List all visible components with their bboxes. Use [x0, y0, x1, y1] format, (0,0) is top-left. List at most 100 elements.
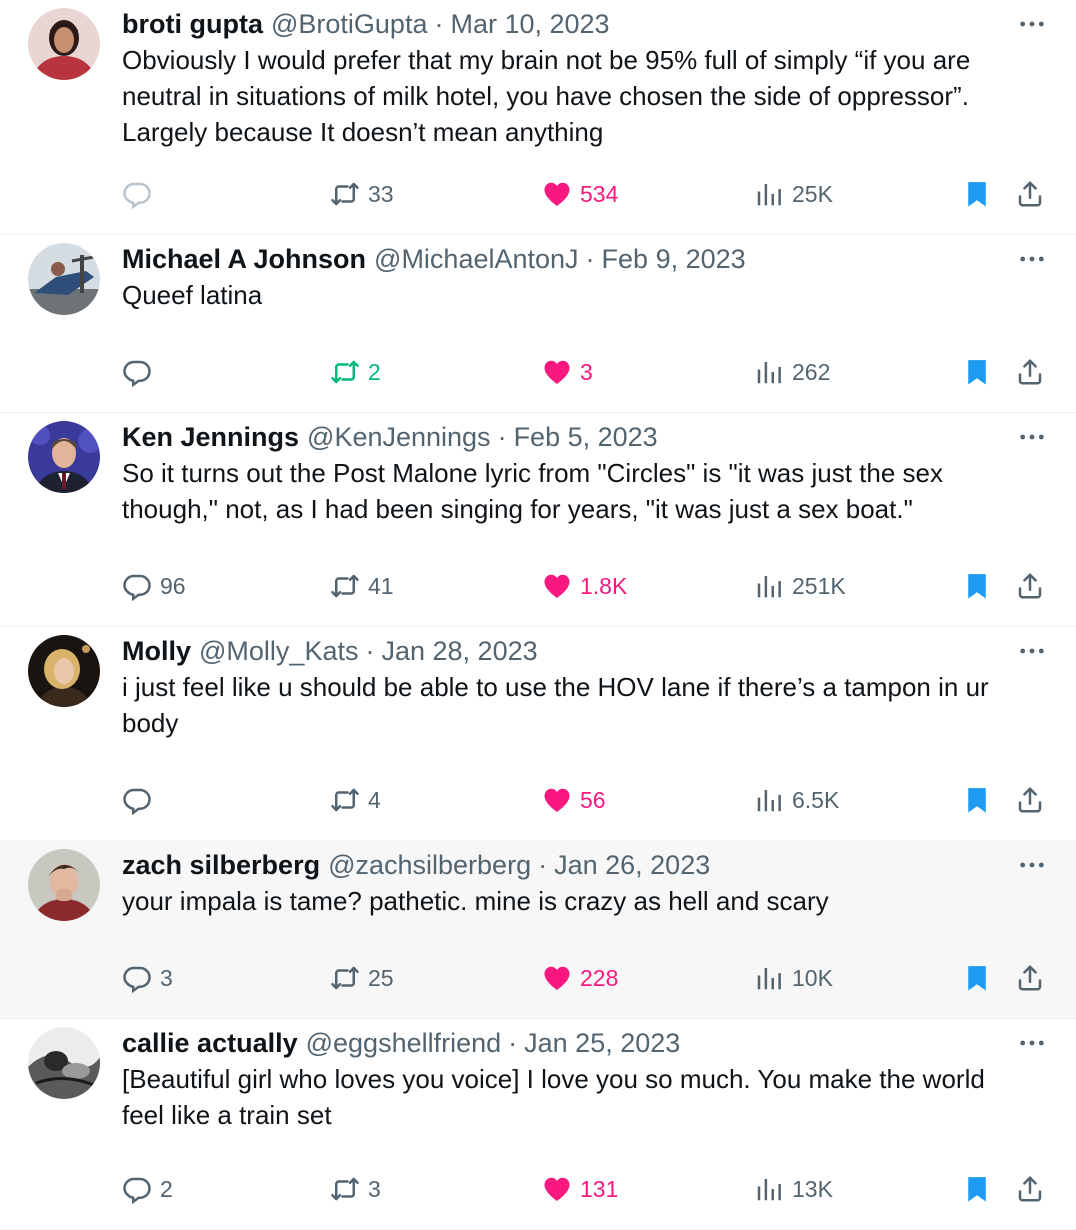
more-icon[interactable]: [1016, 635, 1048, 667]
avatar[interactable]: [28, 849, 100, 921]
avatar[interactable]: [28, 8, 100, 80]
like-button[interactable]: 228: [542, 958, 618, 998]
tweet-date[interactable]: Jan 28, 2023: [381, 635, 537, 667]
retweet-button[interactable]: 3: [330, 1169, 381, 1209]
tweet-item[interactable]: broti gupta @BrotiGupta · Mar 10, 2023 Obvio…: [0, 0, 1076, 235]
bookmark-button[interactable]: [962, 958, 992, 998]
tweet-item[interactable]: Ken Jennings @KenJennings · Feb 5, 2023 So i…: [0, 413, 1076, 627]
tweet-header: Michael A Johnson @MichaelAntonJ · Feb 9, 2…: [122, 243, 1046, 275]
share-icon: [1015, 571, 1045, 601]
retweet-icon: [330, 1174, 360, 1204]
tweet-date[interactable]: Jan 25, 2023: [524, 1027, 680, 1059]
share-icon: [1015, 785, 1045, 815]
tweet-text: So it turns out the Post Malone lyric fr…: [122, 458, 943, 524]
share-button[interactable]: [1015, 174, 1045, 214]
tweet-date[interactable]: Jan 26, 2023: [554, 849, 710, 881]
reply-button[interactable]: [122, 780, 152, 820]
more-icon[interactable]: [1016, 1027, 1048, 1059]
separator-dot: ·: [538, 850, 548, 880]
author-name[interactable]: zach silberberg: [122, 849, 320, 881]
author-handle[interactable]: @Molly_Kats: [199, 635, 358, 667]
share-button[interactable]: [1015, 1169, 1045, 1209]
bookmark-button[interactable]: [962, 352, 992, 392]
likes-count: 3: [580, 358, 593, 385]
bookmark-button[interactable]: [962, 1169, 992, 1209]
more-icon[interactable]: [1016, 243, 1048, 275]
author-name[interactable]: Molly: [122, 635, 191, 667]
like-button[interactable]: 1.8K: [542, 566, 627, 606]
avatar[interactable]: [28, 421, 100, 493]
retweets-count: 3: [368, 1175, 381, 1202]
retweets-count: 41: [368, 572, 394, 599]
tweet-date[interactable]: Feb 5, 2023: [514, 421, 658, 453]
author-name[interactable]: broti gupta: [122, 8, 263, 40]
reply-button[interactable]: 2: [122, 1169, 173, 1209]
author-name[interactable]: Michael A Johnson: [122, 243, 366, 275]
tweet-date[interactable]: Mar 10, 2023: [450, 8, 609, 40]
likes-count: 131: [580, 1175, 619, 1202]
bookmark-icon: [962, 785, 992, 815]
retweet-button[interactable]: 4: [330, 780, 381, 820]
views-icon: [754, 963, 784, 993]
like-button[interactable]: 534: [542, 174, 618, 214]
tweet-text: Obviously I would prefer that my brain n…: [122, 45, 971, 147]
tweet-item[interactable]: zach silberberg @zachsilberberg · Jan 26, 2…: [0, 841, 1076, 1019]
views-button[interactable]: 25K: [754, 174, 833, 214]
bookmark-icon: [962, 963, 992, 993]
tweet-actions: 2 3 262: [122, 352, 1048, 392]
avatar[interactable]: [28, 635, 100, 707]
views-button[interactable]: 10K: [754, 958, 833, 998]
heart-icon: [542, 1174, 572, 1204]
more-icon[interactable]: [1016, 8, 1048, 40]
author-handle[interactable]: @MichaelAntonJ: [374, 243, 579, 275]
tweet-actions: 33 534 25K: [122, 174, 1048, 214]
share-button[interactable]: [1015, 780, 1045, 820]
retweets-count: 4: [368, 786, 381, 813]
share-icon: [1015, 357, 1045, 387]
retweet-button[interactable]: 2: [330, 352, 381, 392]
tweet-text: [Beautiful girl who loves you voice] I l…: [122, 1064, 985, 1130]
author-handle[interactable]: @KenJennings: [307, 421, 491, 453]
author-name[interactable]: callie actually: [122, 1027, 298, 1059]
views-button[interactable]: 251K: [754, 566, 846, 606]
author-handle[interactable]: @zachsilberberg: [328, 849, 531, 881]
views-button[interactable]: 262: [754, 352, 830, 392]
author-handle[interactable]: @BrotiGupta: [271, 8, 427, 40]
bookmark-button[interactable]: [962, 566, 992, 606]
more-icon[interactable]: [1016, 849, 1048, 881]
retweet-button[interactable]: 41: [330, 566, 394, 606]
tweet-date[interactable]: Feb 9, 2023: [602, 243, 746, 275]
retweets-count: 2: [368, 358, 381, 385]
share-button[interactable]: [1015, 566, 1045, 606]
share-button[interactable]: [1015, 958, 1045, 998]
retweet-button[interactable]: 33: [330, 174, 394, 214]
bookmark-button[interactable]: [962, 780, 992, 820]
like-button[interactable]: 56: [542, 780, 606, 820]
bookmark-button[interactable]: [962, 174, 992, 214]
author-handle[interactable]: @eggshellfriend: [306, 1027, 502, 1059]
avatar[interactable]: [28, 243, 100, 315]
reply-button[interactable]: 96: [122, 566, 186, 606]
views-icon: [754, 1174, 784, 1204]
like-button[interactable]: 3: [542, 352, 593, 392]
views-count: 6.5K: [792, 786, 840, 813]
share-button[interactable]: [1015, 352, 1045, 392]
more-icon[interactable]: [1016, 421, 1048, 453]
tweet-item[interactable]: Michael A Johnson @MichaelAntonJ · Feb 9, 2…: [0, 235, 1076, 413]
avatar[interactable]: [28, 1027, 100, 1099]
reply-button[interactable]: [122, 352, 152, 392]
like-button[interactable]: 131: [542, 1169, 618, 1209]
reply-button[interactable]: 3: [122, 958, 173, 998]
likes-count: 1.8K: [580, 572, 628, 599]
views-icon: [754, 785, 784, 815]
reply-button[interactable]: [122, 174, 152, 214]
heart-icon: [542, 179, 572, 209]
views-button[interactable]: 6.5K: [754, 780, 839, 820]
tweet-item[interactable]: callie actually @eggshellfriend · Jan 25, 2…: [0, 1019, 1076, 1230]
author-name[interactable]: Ken Jennings: [122, 421, 299, 453]
share-icon: [1015, 179, 1045, 209]
retweet-button[interactable]: 25: [330, 958, 394, 998]
tweet-item[interactable]: Molly @Molly_Kats · Jan 28, 2023 i just feel…: [0, 627, 1076, 841]
retweets-count: 25: [368, 964, 394, 991]
views-button[interactable]: 13K: [754, 1169, 833, 1209]
